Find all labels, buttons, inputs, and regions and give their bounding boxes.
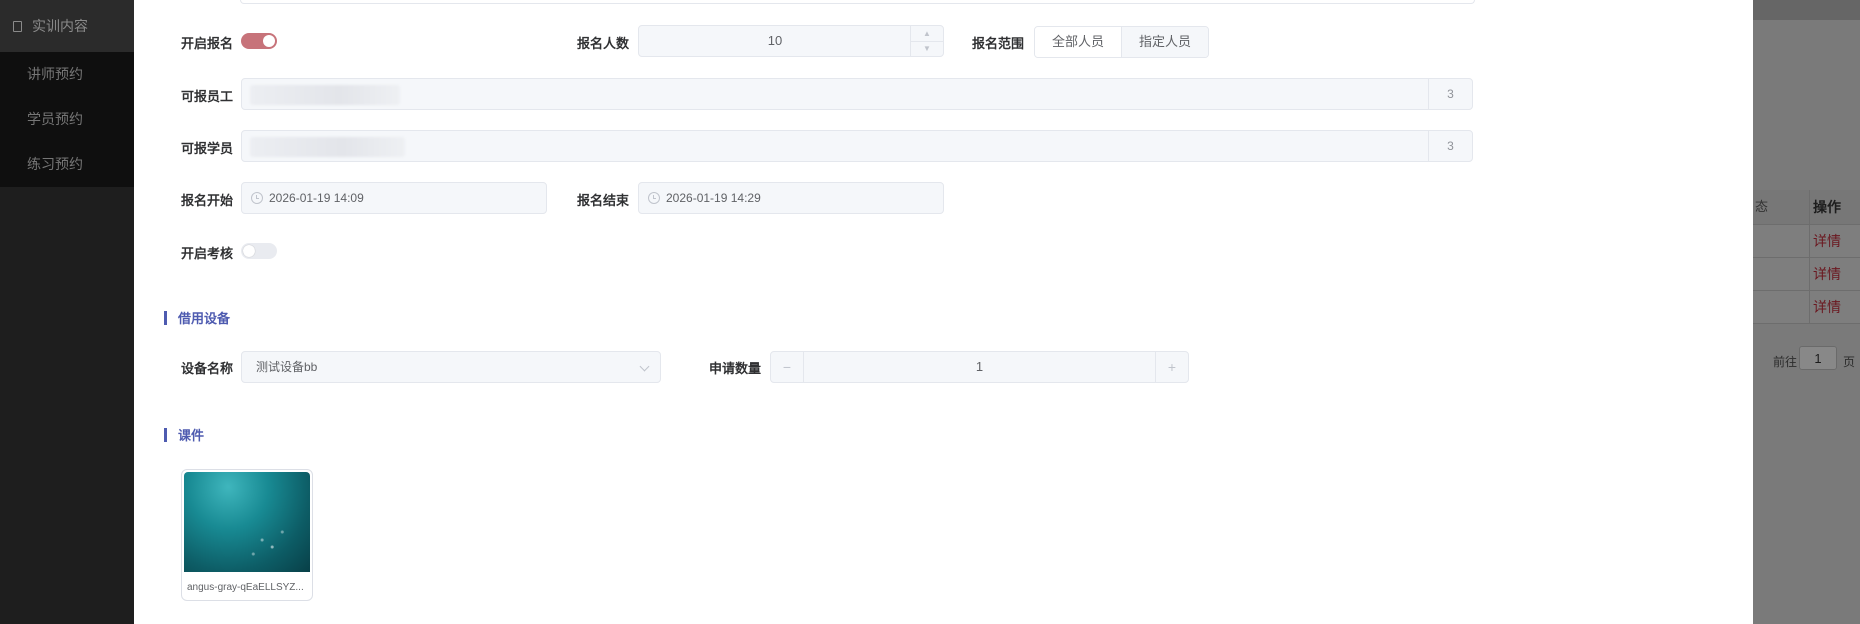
- background-topbar: [1753, 0, 1860, 20]
- table-row: 详情: [1753, 225, 1860, 258]
- pager-goto-label: 前往: [1773, 355, 1798, 369]
- signup-scope-radio-group: 全部人员 指定人员: [1034, 26, 1210, 58]
- table-row: 详情: [1753, 258, 1860, 291]
- signup-start-value: 2026-01-19 14:09: [269, 191, 364, 205]
- detail-link[interactable]: 详情: [1813, 225, 1841, 257]
- table-header-action: 操作: [1813, 199, 1841, 215]
- switch-knob: [243, 245, 255, 257]
- signup-start-label: 报名开始: [181, 193, 234, 208]
- table-header-status: 态: [1753, 190, 1810, 224]
- student-tag: [250, 137, 405, 157]
- sidebar-item-student-booking[interactable]: 学员预约: [0, 97, 134, 142]
- scope-option-specified[interactable]: 指定人员: [1121, 27, 1209, 57]
- chevron-down-icon: [639, 361, 650, 372]
- plus-icon[interactable]: +: [1155, 352, 1188, 382]
- signup-count-stepper: ▲ ▼: [910, 26, 943, 56]
- allowed-students-label: 可报学员: [181, 141, 234, 156]
- enable-assessment-label: 开启考核: [181, 246, 234, 261]
- signup-count-input[interactable]: 10 ▲ ▼: [638, 25, 944, 57]
- enable-signup-label: 开启报名: [181, 36, 234, 51]
- sidebar-menu: 讲师预约 学员预约 练习预约: [0, 52, 134, 187]
- sidebar-item-instructor-booking[interactable]: 讲师预约: [0, 52, 134, 97]
- previous-field-edge: [240, 0, 1475, 4]
- file-name: angus-gray-qEaELLSYZ...: [187, 582, 304, 593]
- table-row: 详情: [1753, 291, 1860, 324]
- quantity-value: 1: [975, 359, 984, 374]
- signup-end-label: 报名结束: [577, 193, 630, 208]
- allowed-employees-selector[interactable]: 3: [241, 78, 1473, 110]
- pager-page-suffix: 页: [1843, 355, 1856, 369]
- enable-assessment-switch[interactable]: [241, 243, 277, 259]
- signup-count-label: 报名人数: [577, 36, 630, 51]
- pager-page-input[interactable]: 1: [1799, 346, 1837, 370]
- sidebar-header-label: 实训内容: [32, 18, 88, 34]
- employee-count: 3: [1428, 79, 1472, 109]
- section-accent-bar: [164, 427, 167, 442]
- sidebar: 实训内容 讲师预约 学员预约 练习预约: [0, 0, 134, 624]
- sidebar-header[interactable]: 实训内容: [0, 0, 134, 52]
- signup-start-picker[interactable]: 2026-01-19 14:09: [241, 182, 547, 214]
- detail-link[interactable]: 详情: [1813, 291, 1841, 323]
- quantity-label: 申请数量: [709, 361, 762, 376]
- device-name-label: 设备名称: [181, 361, 234, 376]
- signup-scope-label: 报名范围: [972, 36, 1025, 51]
- section-accent-bar: [164, 310, 167, 325]
- increase-arrow-icon[interactable]: ▲: [911, 26, 943, 42]
- file-thumbnail: [184, 472, 310, 572]
- allowed-employees-label: 可报员工: [181, 89, 234, 104]
- minus-icon[interactable]: −: [771, 352, 804, 382]
- courseware-section-title: 课件: [164, 425, 204, 444]
- employee-tag: [250, 85, 400, 105]
- allowed-students-selector[interactable]: 3: [241, 130, 1473, 162]
- enable-signup-switch[interactable]: [241, 33, 277, 49]
- student-count: 3: [1428, 131, 1472, 161]
- signup-end-picker[interactable]: 2026-01-19 14:29: [638, 182, 944, 214]
- device-name-value: 测试设备bb: [256, 360, 318, 374]
- switch-knob: [263, 35, 275, 47]
- scope-option-all[interactable]: 全部人员: [1035, 27, 1122, 57]
- training-edit-dialog: 开启报名 报名人数 10 ▲ ▼ 报名范围 全部人员 指定人员 可报员工 3 可…: [134, 0, 1753, 624]
- device-name-select[interactable]: 测试设备bb: [241, 351, 661, 383]
- pagination: 前往 1 页: [1753, 345, 1860, 373]
- background-page: 态 操作 详情 详情 详情 前往 1 页: [1753, 0, 1860, 624]
- signup-count-value: 10: [767, 33, 783, 48]
- clock-icon: [648, 192, 660, 204]
- detail-link[interactable]: 详情: [1813, 258, 1841, 290]
- clock-icon: [251, 192, 263, 204]
- sidebar-item-practice-booking[interactable]: 练习预约: [0, 142, 134, 187]
- decrease-arrow-icon[interactable]: ▼: [911, 41, 943, 56]
- signup-end-value: 2026-01-19 14:29: [666, 191, 761, 205]
- equipment-section-title: 借用设备: [164, 308, 230, 327]
- courseware-file-card[interactable]: angus-gray-qEaELLSYZ...: [181, 469, 313, 601]
- background-table: 态 操作 详情 详情 详情: [1753, 190, 1860, 324]
- table-header-row: 态 操作: [1753, 190, 1860, 225]
- quantity-stepper[interactable]: − 1 +: [770, 351, 1189, 383]
- training-icon: [10, 19, 24, 33]
